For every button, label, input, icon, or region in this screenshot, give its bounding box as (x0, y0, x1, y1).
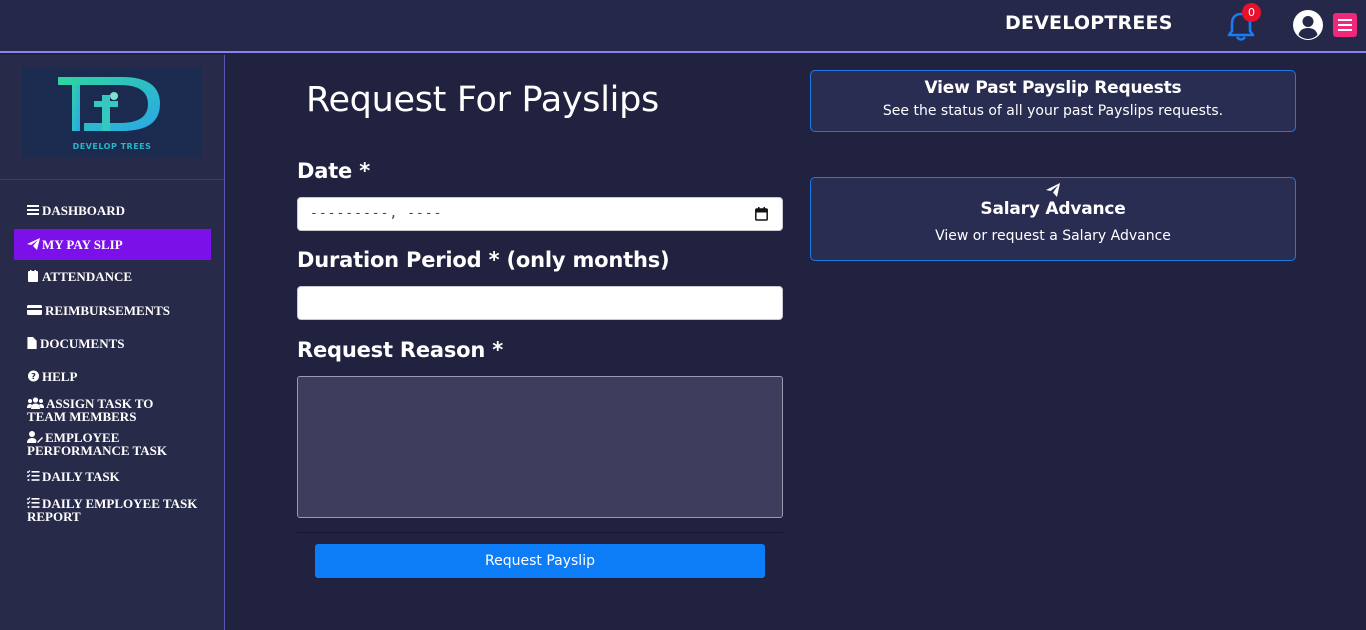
sidebar-item-label: ASSIGN TASK TO TEAM MEMBERS (27, 396, 154, 424)
sidebar-item-label: MY PAY SLIP (42, 237, 123, 252)
sidebar-item-label: EMPLOYEE PERFORMANCE TASK (27, 430, 167, 458)
question-circle-icon: ? (27, 370, 40, 382)
user-edit-icon (27, 431, 43, 443)
date-label: Date * (297, 159, 370, 183)
user-account-icon[interactable] (1292, 9, 1324, 41)
duration-label: Duration Period * (only months) (297, 248, 670, 272)
sidebar: DEVELOP TREES DASHBOARD MY PAY SLIP ATTE… (0, 55, 225, 630)
date-input[interactable]: ---------, ---- (297, 197, 783, 231)
card-title: View Past Payslip Requests (924, 78, 1182, 98)
sidebar-item-dashboard[interactable]: DASHBOARD (14, 204, 211, 217)
sidebar-item-employee-performance[interactable]: EMPLOYEE PERFORMANCE TASK (14, 431, 174, 457)
card-title: Salary Advance (980, 199, 1126, 219)
sidebar-item-my-pay-slip[interactable]: MY PAY SLIP (14, 229, 211, 260)
duration-input[interactable] (297, 286, 783, 320)
sidebar-item-documents[interactable]: DOCUMENTS (14, 337, 211, 350)
task-list-icon (27, 497, 40, 508)
past-payslip-requests-card[interactable]: View Past Payslip Requests See the statu… (810, 70, 1296, 132)
calendar-picker-icon[interactable] (755, 207, 768, 221)
reason-textarea[interactable] (297, 376, 783, 518)
request-payslip-button[interactable]: Request Payslip (315, 544, 765, 578)
svg-text:DEVELOP TREES: DEVELOP TREES (73, 142, 152, 151)
sidebar-item-label: DOCUMENTS (40, 336, 125, 351)
sidebar-item-attendance[interactable]: ATTENDANCE (14, 270, 211, 283)
bars-icon (27, 205, 39, 215)
logo-divider (0, 179, 224, 180)
sidebar-item-daily-task[interactable]: DAILY TASK (14, 470, 211, 483)
sidebar-item-label: DASHBOARD (42, 203, 126, 218)
credit-card-icon (27, 305, 42, 315)
paper-plane-icon (27, 238, 40, 250)
sidebar-item-daily-employee-task-report[interactable]: DAILY EMPLOYEE TASK REPORT (14, 497, 199, 523)
sidebar-item-help[interactable]: ? HELP (14, 370, 211, 383)
sidebar-item-label: REIMBURSEMENTS (45, 303, 170, 318)
reason-label: Request Reason * (297, 338, 504, 362)
task-list-icon (27, 470, 40, 481)
salary-advance-card[interactable]: Salary Advance View or request a Salary … (810, 177, 1296, 261)
sidebar-item-reimbursements[interactable]: REIMBURSEMENTS (14, 304, 211, 317)
users-icon (27, 397, 44, 409)
sidebar-item-label: HELP (42, 369, 78, 384)
top-navbar: DEVELOPTREES 0 (0, 0, 1366, 53)
brand-name: DEVELOPTREES (1005, 12, 1173, 34)
sidebar-item-label: ATTENDANCE (42, 269, 133, 284)
file-icon (27, 337, 37, 349)
date-placeholder: ---------, ---- (310, 206, 443, 221)
calendar-icon (28, 270, 38, 282)
hamburger-menu-button[interactable] (1333, 13, 1357, 37)
form-divider (297, 532, 783, 533)
sidebar-item-label: DAILY TASK (42, 469, 120, 484)
page-title: Request For Payslips (306, 80, 659, 120)
sidebar-item-label: DAILY EMPLOYEE TASK REPORT (27, 496, 198, 524)
card-subtitle: See the status of all your past Payslips… (882, 103, 1224, 119)
company-logo: DEVELOP TREES (22, 67, 202, 157)
notification-count-badge: 0 (1242, 3, 1261, 22)
paper-plane-icon (1046, 183, 1060, 197)
svg-text:?: ? (31, 371, 36, 381)
sidebar-item-assign-task[interactable]: ASSIGN TASK TO TEAM MEMBERS (14, 397, 194, 423)
card-subtitle: View or request a Salary Advance (935, 228, 1171, 244)
